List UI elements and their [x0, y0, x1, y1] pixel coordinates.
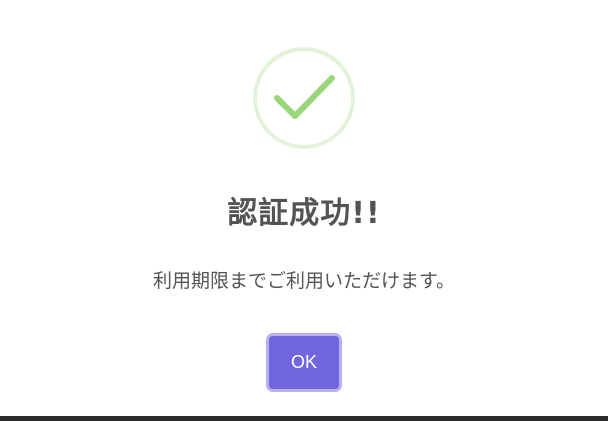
success-check-icon — [253, 47, 355, 149]
success-dialog: 認証成功!! 利用期限までご利用いただけます。 OK — [0, 0, 608, 416]
dialog-title: 認証成功!! — [227, 196, 381, 231]
ok-button[interactable]: OK — [266, 333, 342, 392]
dialog-message: 利用期限までご利用いただけます。 — [152, 270, 456, 292]
bottom-bar — [0, 416, 608, 421]
